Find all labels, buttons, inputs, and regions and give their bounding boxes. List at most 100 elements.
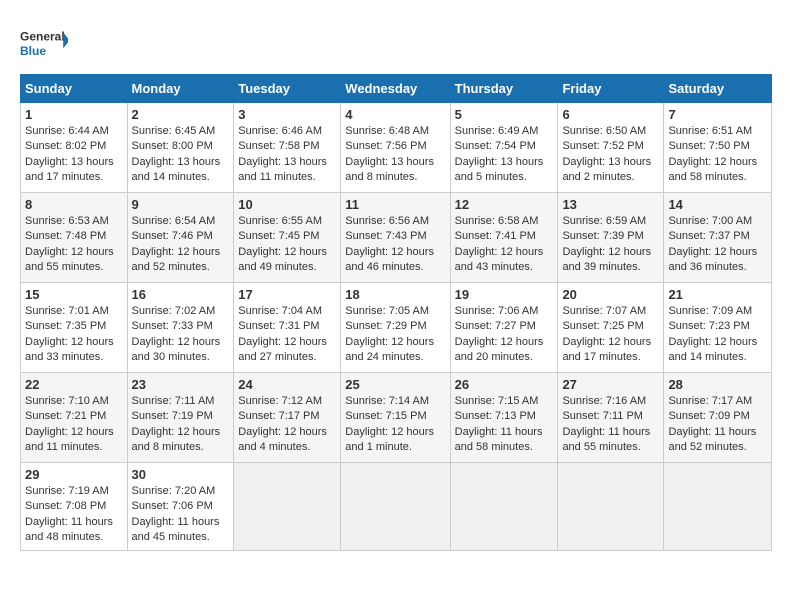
page-header: General Blue: [20, 20, 772, 64]
day-info: Sunrise: 6:50 AM Sunset: 7:52 PM Dayligh…: [562, 124, 659, 186]
svg-text:General: General: [20, 29, 65, 43]
day-info: Sunrise: 7:04 AM Sunset: 7:31 PM Dayligh…: [238, 304, 336, 366]
day-number: 19: [455, 287, 554, 302]
day-info: Sunrise: 7:06 AM Sunset: 7:27 PM Dayligh…: [455, 304, 554, 366]
calendar-row: 29Sunrise: 7:19 AM Sunset: 7:08 PM Dayli…: [21, 463, 772, 551]
calendar-row: 15Sunrise: 7:01 AM Sunset: 7:35 PM Dayli…: [21, 283, 772, 373]
calendar-cell: 17 Sunrise: 7:04 AM Sunset: 7:31 PM Dayli…: [234, 283, 341, 373]
day-info: Sunrise: 6:56 AM Sunset: 7:43 PM Dayligh…: [345, 214, 445, 276]
day-number: 1: [25, 107, 123, 122]
calendar-cell: 21Sunrise: 7:09 AM Sunset: 7:23 PM Dayli…: [664, 283, 772, 373]
calendar-cell: 11 Sunrise: 6:56 AM Sunset: 7:43 PM Dayli…: [341, 193, 450, 283]
calendar-cell: 4Sunrise: 6:48 AM Sunset: 7:56 PM Daylig…: [341, 103, 450, 193]
calendar-row: 22 Sunrise: 7:10 AM Sunset: 7:21 PM Dayli…: [21, 373, 772, 463]
day-number: 24: [238, 377, 336, 392]
day-info: Sunrise: 6:58 AM Sunset: 7:41 PM Dayligh…: [455, 214, 554, 276]
day-info: Sunrise: 6:49 AM Sunset: 7:54 PM Dayligh…: [455, 124, 554, 186]
weekday-header: Friday: [558, 75, 664, 103]
calendar-cell: 26Sunrise: 7:15 AM Sunset: 7:13 PM Dayli…: [450, 373, 558, 463]
day-info: Sunrise: 6:48 AM Sunset: 7:56 PM Dayligh…: [345, 124, 445, 186]
calendar-row: 1 Sunrise: 6:44 AM Sunset: 8:02 PM Daylig…: [21, 103, 772, 193]
svg-text:Blue: Blue: [20, 44, 46, 58]
calendar-cell: 3 Sunrise: 6:46 AM Sunset: 7:58 PM Daylig…: [234, 103, 341, 193]
day-info: Sunrise: 7:10 AM Sunset: 7:21 PM Dayligh…: [25, 394, 123, 456]
day-info: Sunrise: 7:11 AM Sunset: 7:19 PM Dayligh…: [132, 394, 230, 456]
day-info: Sunrise: 6:51 AM Sunset: 7:50 PM Dayligh…: [668, 124, 767, 186]
day-info: Sunrise: 7:14 AM Sunset: 7:15 PM Dayligh…: [345, 394, 445, 456]
day-info: Sunrise: 6:45 AM Sunset: 8:00 PM Dayligh…: [132, 124, 230, 186]
calendar-cell: 20Sunrise: 7:07 AM Sunset: 7:25 PM Dayli…: [558, 283, 664, 373]
calendar-cell: 28 Sunrise: 7:17 AM Sunset: 7:09 PM Dayli…: [664, 373, 772, 463]
calendar-table: SundayMondayTuesdayWednesdayThursdayFrid…: [20, 74, 772, 551]
day-number: 25: [345, 377, 445, 392]
calendar-cell: 22 Sunrise: 7:10 AM Sunset: 7:21 PM Dayli…: [21, 373, 128, 463]
day-number: 15: [25, 287, 123, 302]
calendar-cell: 19 Sunrise: 7:06 AM Sunset: 7:27 PM Dayli…: [450, 283, 558, 373]
day-info: Sunrise: 7:00 AM Sunset: 7:37 PM Dayligh…: [668, 214, 767, 276]
day-number: 5: [455, 107, 554, 122]
day-number: 26: [455, 377, 554, 392]
day-number: 16: [132, 287, 230, 302]
calendar-cell: 29Sunrise: 7:19 AM Sunset: 7:08 PM Dayli…: [21, 463, 128, 551]
weekday-header: Monday: [127, 75, 234, 103]
day-number: 30: [132, 467, 230, 482]
day-info: Sunrise: 6:54 AM Sunset: 7:46 PM Dayligh…: [132, 214, 230, 276]
day-number: 6: [562, 107, 659, 122]
day-number: 20: [562, 287, 659, 302]
calendar-cell: [234, 463, 341, 551]
day-info: Sunrise: 6:55 AM Sunset: 7:45 PM Dayligh…: [238, 214, 336, 276]
day-number: 7: [668, 107, 767, 122]
day-number: 3: [238, 107, 336, 122]
calendar-cell: 8 Sunrise: 6:53 AM Sunset: 7:48 PM Daylig…: [21, 193, 128, 283]
day-info: Sunrise: 7:20 AM Sunset: 7:06 PM Dayligh…: [132, 484, 230, 546]
day-number: 12: [455, 197, 554, 212]
day-number: 14: [668, 197, 767, 212]
day-info: Sunrise: 6:46 AM Sunset: 7:58 PM Dayligh…: [238, 124, 336, 186]
calendar-cell: [664, 463, 772, 551]
day-number: 8: [25, 197, 123, 212]
day-number: 10: [238, 197, 336, 212]
day-number: 23: [132, 377, 230, 392]
day-info: Sunrise: 6:59 AM Sunset: 7:39 PM Dayligh…: [562, 214, 659, 276]
weekday-header: Sunday: [21, 75, 128, 103]
day-number: 28: [668, 377, 767, 392]
day-info: Sunrise: 7:16 AM Sunset: 7:11 PM Dayligh…: [562, 394, 659, 456]
day-number: 13: [562, 197, 659, 212]
calendar-cell: 18Sunrise: 7:05 AM Sunset: 7:29 PM Dayli…: [341, 283, 450, 373]
calendar-cell: [450, 463, 558, 551]
calendar-cell: 23 Sunrise: 7:11 AM Sunset: 7:19 PM Dayli…: [127, 373, 234, 463]
calendar-cell: 25 Sunrise: 7:14 AM Sunset: 7:15 PM Dayli…: [341, 373, 450, 463]
calendar-cell: 5 Sunrise: 6:49 AM Sunset: 7:54 PM Daylig…: [450, 103, 558, 193]
calendar-cell: 9 Sunrise: 6:54 AM Sunset: 7:46 PM Daylig…: [127, 193, 234, 283]
weekday-header: Saturday: [664, 75, 772, 103]
calendar-cell: 27 Sunrise: 7:16 AM Sunset: 7:11 PM Dayli…: [558, 373, 664, 463]
calendar-cell: 2 Sunrise: 6:45 AM Sunset: 8:00 PM Daylig…: [127, 103, 234, 193]
day-number: 17: [238, 287, 336, 302]
calendar-cell: 13 Sunrise: 6:59 AM Sunset: 7:39 PM Dayli…: [558, 193, 664, 283]
calendar-cell: 16 Sunrise: 7:02 AM Sunset: 7:33 PM Dayli…: [127, 283, 234, 373]
day-info: Sunrise: 7:17 AM Sunset: 7:09 PM Dayligh…: [668, 394, 767, 456]
calendar-cell: 12 Sunrise: 6:58 AM Sunset: 7:41 PM Dayli…: [450, 193, 558, 283]
calendar-header-row: SundayMondayTuesdayWednesdayThursdayFrid…: [21, 75, 772, 103]
calendar-cell: 24 Sunrise: 7:12 AM Sunset: 7:17 PM Dayli…: [234, 373, 341, 463]
logo-svg: General Blue: [20, 20, 68, 64]
day-number: 2: [132, 107, 230, 122]
day-info: Sunrise: 6:53 AM Sunset: 7:48 PM Dayligh…: [25, 214, 123, 276]
calendar-cell: 30 Sunrise: 7:20 AM Sunset: 7:06 PM Dayli…: [127, 463, 234, 551]
calendar-cell: 10 Sunrise: 6:55 AM Sunset: 7:45 PM Dayli…: [234, 193, 341, 283]
day-info: Sunrise: 7:02 AM Sunset: 7:33 PM Dayligh…: [132, 304, 230, 366]
day-number: 18: [345, 287, 445, 302]
day-number: 27: [562, 377, 659, 392]
day-number: 21: [668, 287, 767, 302]
day-info: Sunrise: 6:44 AM Sunset: 8:02 PM Dayligh…: [25, 124, 123, 186]
day-info: Sunrise: 7:12 AM Sunset: 7:17 PM Dayligh…: [238, 394, 336, 456]
day-number: 22: [25, 377, 123, 392]
weekday-header: Thursday: [450, 75, 558, 103]
calendar-cell: 1 Sunrise: 6:44 AM Sunset: 8:02 PM Daylig…: [21, 103, 128, 193]
calendar-cell: [341, 463, 450, 551]
logo: General Blue: [20, 20, 68, 64]
day-number: 29: [25, 467, 123, 482]
day-number: 9: [132, 197, 230, 212]
day-number: 11: [345, 197, 445, 212]
weekday-header: Wednesday: [341, 75, 450, 103]
